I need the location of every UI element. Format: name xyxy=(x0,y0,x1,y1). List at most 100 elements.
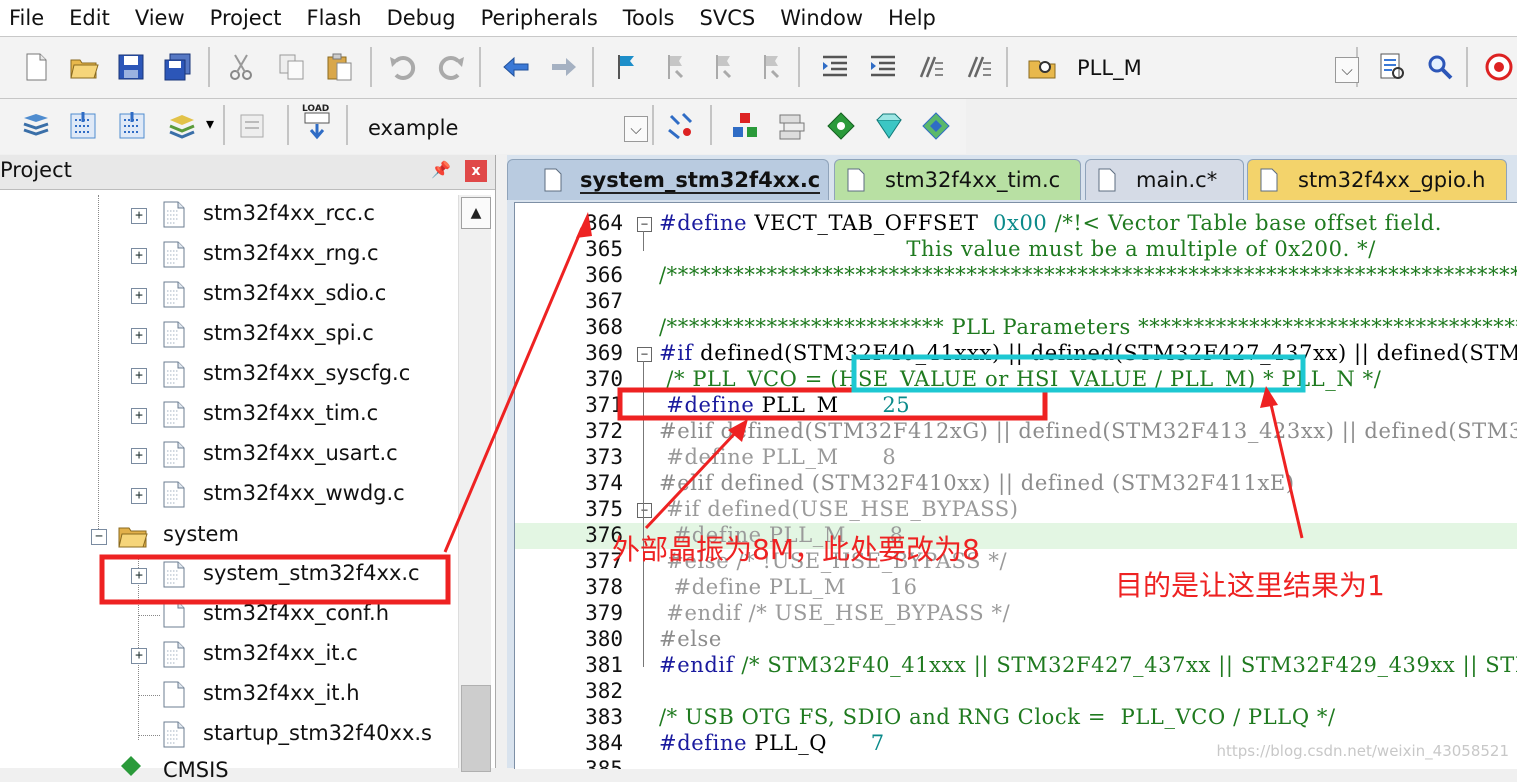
find-combo[interactable]: PLL_M xyxy=(1077,51,1367,85)
expand-icon[interactable]: + xyxy=(131,408,147,424)
dropdown-arrow-icon[interactable]: ▾ xyxy=(206,114,214,133)
save-button[interactable] xyxy=(112,48,150,86)
clear-bookmarks-button[interactable] xyxy=(753,48,791,86)
menu-tools[interactable]: Tools xyxy=(614,6,691,30)
menu-flash[interactable]: Flash xyxy=(298,6,378,30)
code-line[interactable]: 383 /* USB OTG FS, SDIO and RNG Clock = P… xyxy=(515,705,1517,731)
save-all-button[interactable] xyxy=(159,48,197,86)
expand-icon[interactable]: + xyxy=(131,488,147,504)
tab-stm32f4xx-gpio-h[interactable]: stm32f4xx_gpio.h xyxy=(1247,159,1507,200)
fold-icon[interactable]: − xyxy=(637,347,652,362)
code-line[interactable]: 369− #if defined(STM32F40_41xxx) || defin… xyxy=(515,341,1517,367)
file-extensions-button[interactable] xyxy=(773,107,811,145)
prev-bookmark-button[interactable] xyxy=(657,48,695,86)
pin-icon[interactable]: 📌 xyxy=(430,160,452,182)
new-file-button[interactable] xyxy=(17,48,55,86)
code-line[interactable]: 370 /* PLL_VCO = (HSE_VALUE or HSI_VALUE… xyxy=(515,367,1517,393)
line-number: 367 xyxy=(585,289,623,313)
nav-forward-button[interactable] xyxy=(545,48,583,86)
target-options-button[interactable] xyxy=(662,107,700,145)
fold-icon[interactable]: − xyxy=(637,503,652,518)
close-icon[interactable]: x xyxy=(465,160,487,182)
nav-back-button[interactable] xyxy=(497,48,535,86)
code-line[interactable]: 366 /************************************… xyxy=(515,263,1517,289)
expand-icon[interactable]: + xyxy=(131,288,147,304)
code-line[interactable]: 380 #else xyxy=(515,627,1517,653)
manage-project-button[interactable] xyxy=(726,107,764,145)
manage-rte-button[interactable] xyxy=(870,107,908,145)
menu-peripherals[interactable]: Peripherals xyxy=(472,6,614,30)
build-button[interactable] xyxy=(64,107,102,145)
redo-button[interactable] xyxy=(433,48,471,86)
stop-build-button[interactable] xyxy=(233,107,271,145)
menu-edit[interactable]: Edit xyxy=(60,6,126,30)
code-line[interactable]: 372 #elif defined(STM32F412xG) || defined… xyxy=(515,419,1517,445)
cut-button[interactable] xyxy=(222,48,260,86)
uncomment-button[interactable] xyxy=(960,48,998,86)
code-line[interactable]: 373 #define PLL_M 8 xyxy=(515,445,1517,471)
tree-item-label: stm32f4xx_sdio.c xyxy=(203,281,387,305)
paste-button[interactable] xyxy=(320,48,358,86)
select-packs-button[interactable] xyxy=(822,107,860,145)
menu-svcs[interactable]: SVCS xyxy=(691,6,772,30)
expand-icon[interactable]: + xyxy=(131,328,147,344)
code-line[interactable]: 364− #define VECT_TAB_OFFSET 0x00 /*!< Ve… xyxy=(515,211,1517,237)
code-line[interactable]: 371 #define PLL_M 25 xyxy=(515,393,1517,419)
menu-debug[interactable]: Debug xyxy=(378,6,472,30)
tree-item-label[interactable]: CMSIS xyxy=(163,758,229,782)
menu-project[interactable]: Project xyxy=(201,6,298,30)
tab-main-c-[interactable]: main.c* xyxy=(1085,159,1244,200)
incremental-find-button[interactable] xyxy=(1421,48,1459,86)
expand-icon[interactable]: + xyxy=(131,248,147,264)
copy-button[interactable] xyxy=(273,48,311,86)
code-line[interactable]: 367 xyxy=(515,289,1517,315)
undo-button[interactable] xyxy=(383,48,421,86)
nav-forward-icon xyxy=(552,58,576,76)
tab-stm32f4xx-tim-c[interactable]: stm32f4xx_tim.c xyxy=(834,159,1081,200)
chevron-down-icon[interactable]: ⌵ xyxy=(1335,57,1359,83)
fold-icon[interactable]: − xyxy=(637,217,652,232)
expand-icon[interactable]: + xyxy=(131,368,147,384)
code-line[interactable]: 374 #elif defined (STM32F410xx) || define… xyxy=(515,471,1517,497)
change-note: 外部晶振为8M，此处要改为8 xyxy=(612,533,980,566)
chevron-down-icon[interactable]: ⌵ xyxy=(624,116,648,142)
translate-button[interactable] xyxy=(17,107,55,145)
unindent-button[interactable] xyxy=(864,48,902,86)
expand-icon[interactable]: + xyxy=(131,568,147,584)
find-in-files-button[interactable] xyxy=(1024,48,1062,86)
batch-build-button[interactable] xyxy=(163,107,201,145)
pack-installer-button[interactable] xyxy=(917,107,955,145)
code-line[interactable]: 381 #endif /* STM32F40_41xxx || STM32F427… xyxy=(515,653,1517,679)
code-line[interactable]: 382 xyxy=(515,679,1517,705)
next-bookmark-button[interactable] xyxy=(705,48,743,86)
bookmark-button[interactable] xyxy=(607,48,645,86)
code-line[interactable]: 365 This value must be a multiple of 0x2… xyxy=(515,237,1517,263)
rebuild-button[interactable] xyxy=(113,107,151,145)
group-label[interactable]: system xyxy=(163,522,239,546)
debug-session-button[interactable] xyxy=(1480,48,1517,86)
build-toolbar: LOAD ▾ example ⌵ xyxy=(0,99,966,154)
open-folder-button[interactable] xyxy=(65,48,103,86)
expand-icon[interactable]: + xyxy=(131,648,147,664)
scroll-up-button[interactable]: ▲ xyxy=(461,197,491,229)
code-line[interactable]: 379 #endif /* USE_HSE_BYPASS */ xyxy=(515,601,1517,627)
tree-connector xyxy=(138,615,160,616)
target-combo[interactable]: example xyxy=(368,111,648,145)
tab-system-stm32f4xx-c[interactable]: system_stm32f4xx.c xyxy=(507,159,829,200)
find-button[interactable] xyxy=(1373,48,1411,86)
menu-file[interactable]: File xyxy=(0,6,60,30)
menu-window[interactable]: Window xyxy=(771,6,879,30)
menu-view[interactable]: View xyxy=(126,6,201,30)
tree-scrollbar[interactable]: ▲ xyxy=(458,195,491,772)
code-line[interactable]: 368 /************************* PLL Parame… xyxy=(515,315,1517,341)
line-number: 369 xyxy=(585,341,623,365)
comment-button[interactable] xyxy=(912,48,950,86)
code-editor[interactable]: 364− #define VECT_TAB_OFFSET 0x00 /*!< Ve… xyxy=(514,202,1517,769)
expand-icon[interactable]: + xyxy=(131,208,147,224)
collapse-icon[interactable]: − xyxy=(91,529,107,545)
indent-button[interactable] xyxy=(816,48,854,86)
code-line[interactable]: 375− #if defined(USE_HSE_BYPASS) xyxy=(515,497,1517,523)
scroll-thumb[interactable] xyxy=(461,685,491,772)
expand-icon[interactable]: + xyxy=(131,448,147,464)
menu-help[interactable]: Help xyxy=(879,6,952,30)
